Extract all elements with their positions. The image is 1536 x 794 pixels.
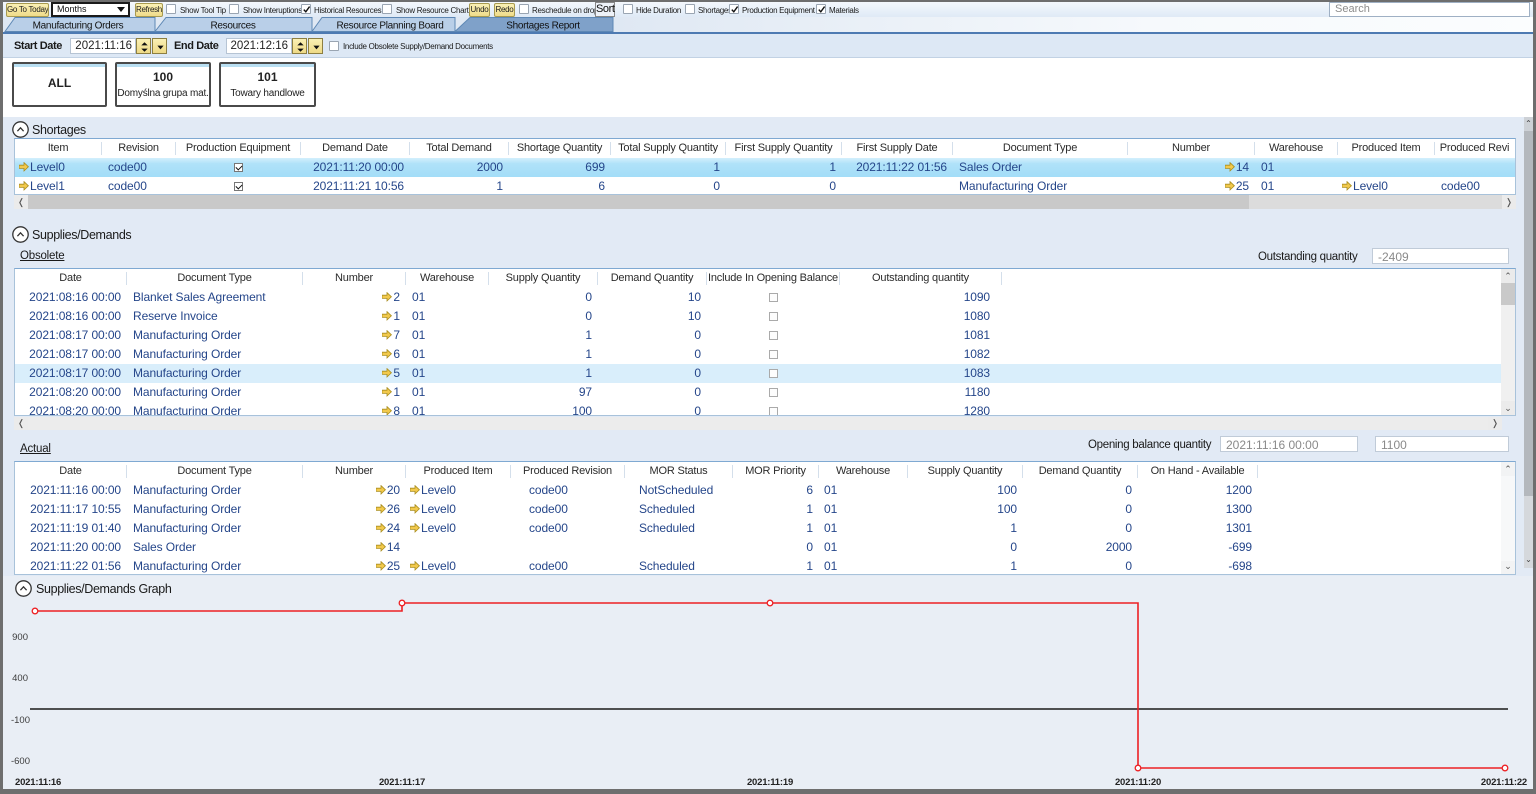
svg-text:Shortages Report: Shortages Report bbox=[506, 21, 580, 32]
svg-text:2021:11:20: 2021:11:20 bbox=[1115, 777, 1161, 788]
svg-text:-100: -100 bbox=[11, 715, 30, 726]
svg-text:900: 900 bbox=[12, 632, 28, 643]
svg-text:2021:11:19: 2021:11:19 bbox=[747, 777, 793, 788]
svg-text:2021:11:22: 2021:11:22 bbox=[1481, 777, 1527, 788]
svg-text:Manufacturing Orders: Manufacturing Orders bbox=[33, 21, 124, 32]
svg-text:2021:11:16: 2021:11:16 bbox=[15, 777, 61, 788]
svg-text:400: 400 bbox=[12, 673, 28, 684]
svg-text:Resources: Resources bbox=[210, 21, 255, 32]
svg-text:Resource Planning Board: Resource Planning Board bbox=[336, 21, 443, 32]
svg-text:2021:11:17: 2021:11:17 bbox=[379, 777, 425, 788]
svg-text:-600: -600 bbox=[11, 756, 30, 767]
